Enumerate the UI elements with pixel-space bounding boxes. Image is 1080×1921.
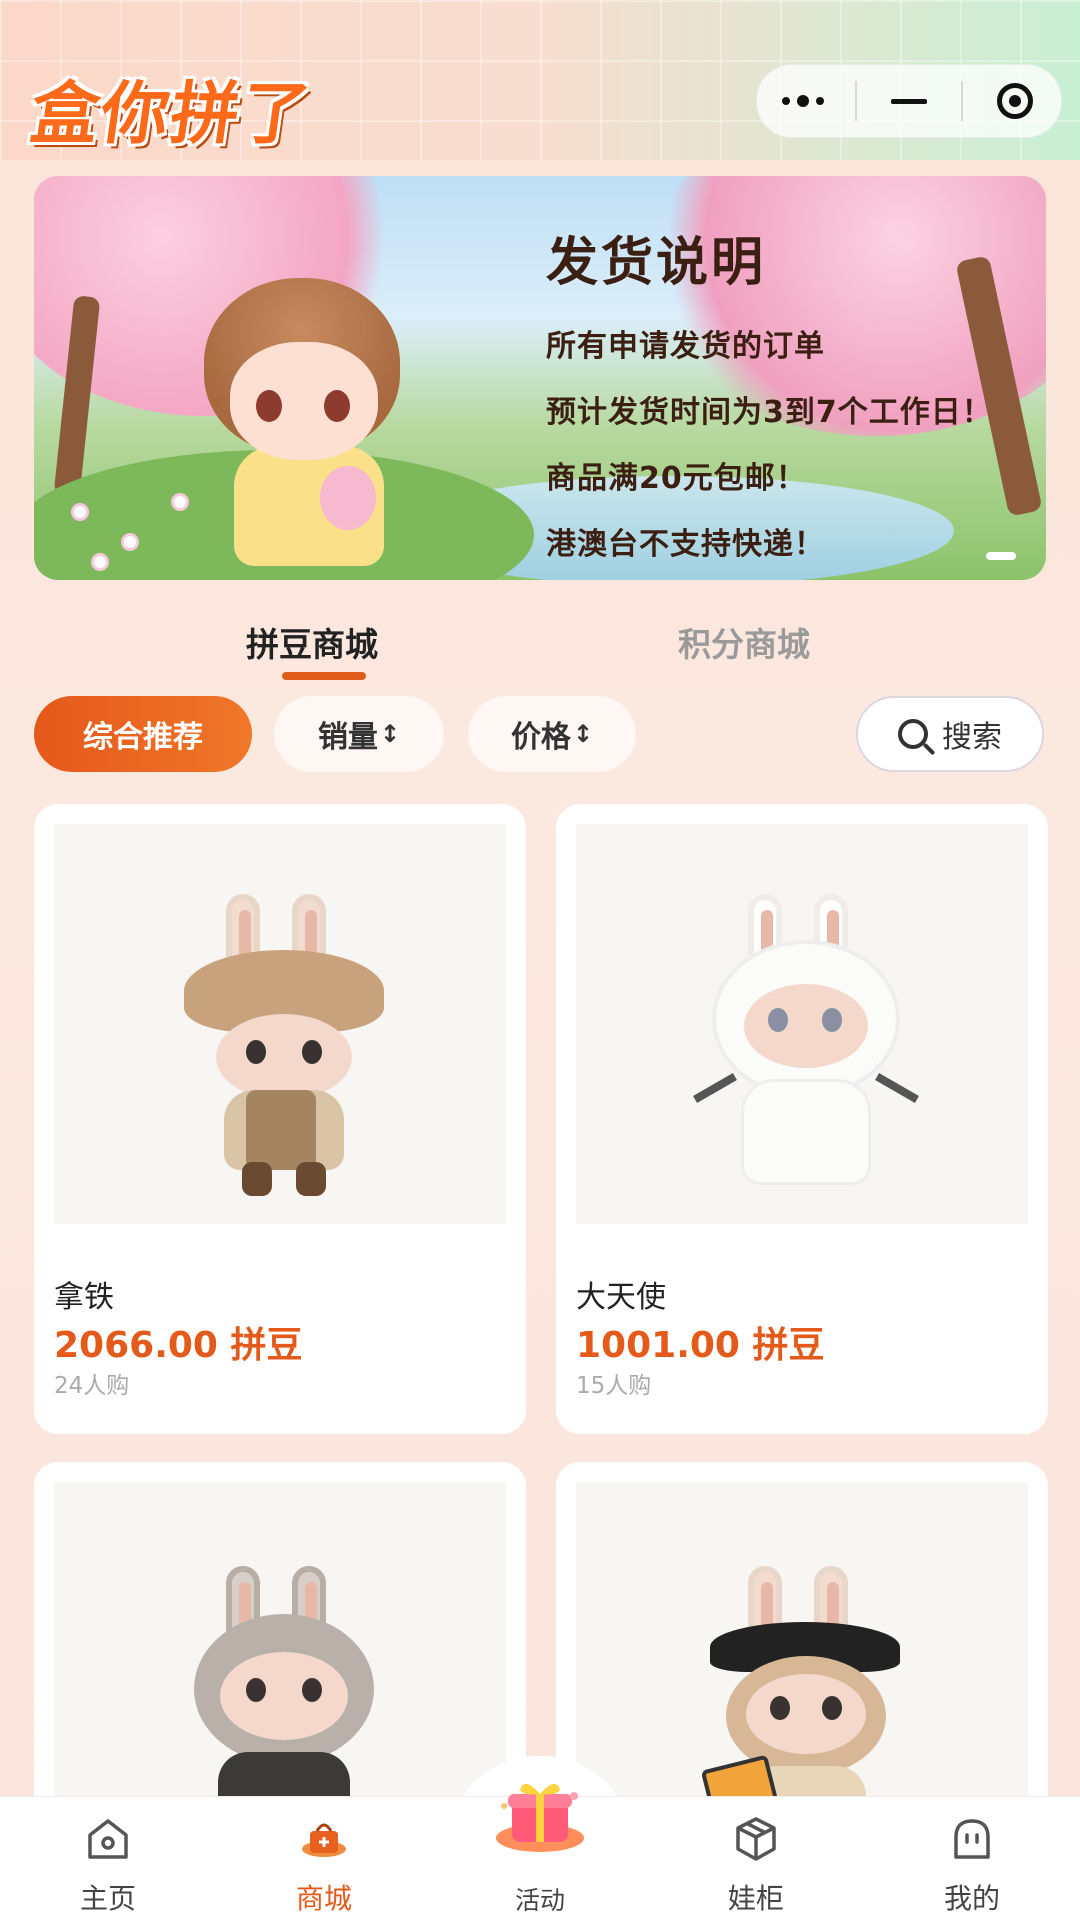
- nav-label: 活动: [514, 1886, 565, 1915]
- doll-eye: [256, 390, 282, 422]
- shop-tabs: 拼豆商城 积分商城: [0, 618, 1080, 688]
- nav-item-home[interactable]: 主页: [0, 1797, 216, 1921]
- search-icon: [898, 719, 928, 749]
- filter-label: 综合推荐: [83, 720, 203, 755]
- nav-item-cabinet[interactable]: 娃柜: [648, 1797, 864, 1921]
- capsule-divider: [855, 81, 857, 121]
- tab-points-shop[interactable]: 积分商城: [678, 618, 810, 666]
- profile-icon: [954, 1819, 990, 1859]
- product-sold-count: 15人购: [576, 1373, 652, 1399]
- search-label: 搜索: [942, 720, 1002, 755]
- filter-price-button[interactable]: 价格 ↕: [468, 696, 636, 772]
- product-card[interactable]: 拿铁 2066.00 拼豆 24人购: [34, 804, 526, 1434]
- home-icon: [88, 1819, 128, 1859]
- more-dots-icon[interactable]: [763, 71, 843, 131]
- doll-face: [230, 342, 378, 460]
- nav-label: 我的: [943, 1882, 1000, 1915]
- flower: [174, 496, 186, 508]
- gift-box-icon[interactable]: [494, 1776, 586, 1860]
- search-button[interactable]: 搜索: [856, 696, 1044, 772]
- flower: [74, 506, 86, 518]
- capsule-divider: [961, 81, 963, 121]
- shipping-notice-banner[interactable]: 发货说明 所有申请发货的订单 预计发货时间为3到7个工作日！ 商品满20元包邮！…: [34, 176, 1046, 580]
- flower: [124, 536, 136, 548]
- banner-line: 预计发货时间为3到7个工作日！: [546, 395, 993, 430]
- nav-label: 主页: [79, 1882, 136, 1915]
- filter-sales-button[interactable]: 销量 ↕: [274, 696, 444, 772]
- product-image: [576, 824, 1028, 1224]
- target-close-icon[interactable]: [975, 71, 1055, 131]
- banner-title: 发货说明: [546, 233, 767, 293]
- nav-item-shop[interactable]: 商城: [216, 1797, 432, 1921]
- filter-recommend-button[interactable]: 综合推荐: [34, 696, 252, 772]
- nav-item-profile[interactable]: 我的: [864, 1797, 1080, 1921]
- filter-label: 销量: [317, 720, 378, 755]
- nav-label: 娃柜: [727, 1882, 784, 1915]
- sort-arrows-icon: ↕: [379, 720, 401, 748]
- sort-arrows-icon: ↕: [572, 720, 594, 748]
- banner-line: 港澳台不支持快递！: [546, 527, 825, 562]
- product-image: [54, 824, 506, 1224]
- product-sold-count: 24人购: [54, 1373, 130, 1399]
- shop-bag-icon: [302, 1823, 346, 1857]
- mini-program-capsule: [756, 64, 1062, 138]
- banner-line: 商品满20元包邮！: [546, 461, 807, 496]
- tab-bean-shop[interactable]: 拼豆商城: [246, 618, 378, 666]
- product-price: 1001.00 拼豆: [576, 1325, 825, 1366]
- box-icon: [736, 1817, 776, 1861]
- product-card[interactable]: 大天使 1001.00 拼豆 15人购: [556, 804, 1048, 1434]
- carousel-indicator[interactable]: [986, 552, 1016, 560]
- product-name: 大天使: [576, 1280, 666, 1315]
- active-tab-indicator: [282, 672, 366, 680]
- minimize-icon[interactable]: [869, 71, 949, 131]
- banner-line: 所有申请发货的订单: [546, 329, 825, 364]
- banner-text: 发货说明 所有申请发货的订单 预计发货时间为3到7个工作日！ 商品满20元包邮！…: [514, 220, 993, 580]
- product-name: 拿铁: [54, 1280, 114, 1315]
- doll-eye: [324, 390, 350, 422]
- flower: [94, 556, 106, 568]
- bunny-toy: [320, 466, 376, 530]
- product-price: 2066.00 拼豆: [54, 1325, 303, 1366]
- app-logo: 盒你拼了: [25, 75, 317, 154]
- nav-label: 商城: [295, 1882, 352, 1915]
- filter-label: 价格: [510, 720, 571, 755]
- filter-bar: 综合推荐 销量 ↕ 价格 ↕ 搜索: [0, 696, 1080, 776]
